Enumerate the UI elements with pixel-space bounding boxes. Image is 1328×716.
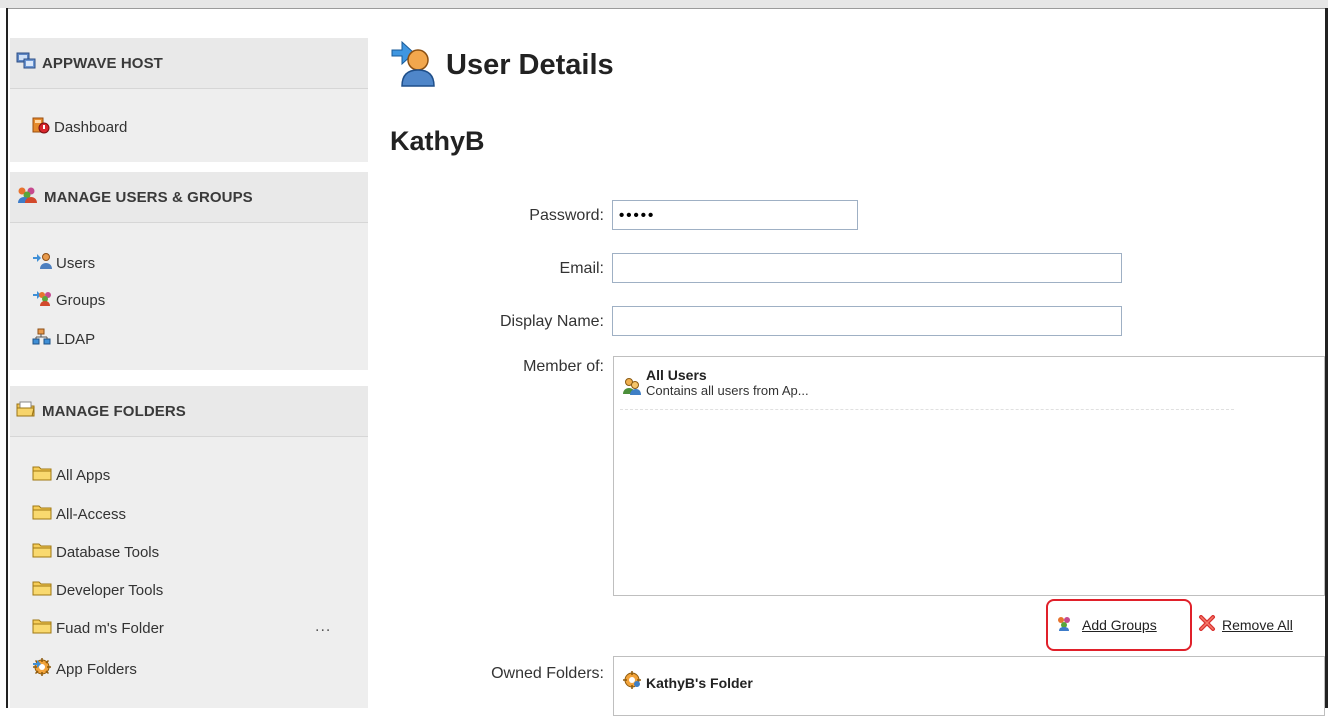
email-label: Email: (559, 260, 604, 277)
list-item[interactable]: KathyB's Folder (622, 671, 753, 694)
app-folders-icon (32, 658, 52, 680)
user-name-heading: KathyB (390, 126, 485, 156)
sidebar: APPWAVE HOST Dashboard MANAGE USERS & GR… (10, 38, 368, 708)
display-name-label: Display Name: (499, 313, 604, 330)
page-title: User Details (446, 49, 614, 81)
sidebar-section-folders-header[interactable]: MANAGE FOLDERS (10, 386, 368, 437)
owned-folders-label: Owned Folders: (491, 665, 604, 682)
sidebar-item-app-folders[interactable]: App Folders (32, 658, 137, 680)
more-folders-ellipsis[interactable]: ... (315, 618, 331, 636)
remove-icon (1198, 615, 1216, 634)
users-groups-icon (16, 186, 38, 208)
sidebar-section-host-title: APPWAVE HOST (42, 54, 163, 72)
dashboard-icon (32, 116, 50, 138)
add-groups-button[interactable]: Add Groups (1056, 615, 1157, 634)
sidebar-item-label: Database Tools (56, 543, 160, 561)
sidebar-item-ldap[interactable]: LDAP (32, 328, 95, 350)
email-field[interactable] (612, 253, 1122, 283)
list-divider (620, 409, 1234, 410)
sidebar-item-label: App Folders (56, 660, 137, 678)
add-groups-icon (1056, 615, 1072, 634)
sidebar-section-folders: MANAGE FOLDERS All Apps All-Access Datab… (10, 386, 368, 708)
sidebar-section-host-header[interactable]: APPWAVE HOST (10, 38, 368, 89)
folder-icon (32, 579, 52, 601)
sidebar-item-developer-tools[interactable]: Developer Tools (32, 579, 163, 601)
sidebar-section-users-groups-header[interactable]: MANAGE USERS & GROUPS (10, 172, 368, 223)
password-label: Password: (529, 207, 604, 224)
remove-all-label: Remove All (1222, 616, 1293, 633)
sidebar-item-users[interactable]: Users (32, 252, 95, 274)
sidebar-section-host: APPWAVE HOST Dashboard (10, 38, 368, 162)
users-icon (32, 252, 52, 274)
owned-folders-list[interactable]: KathyB's Folder (613, 656, 1325, 716)
sidebar-item-all-apps[interactable]: All Apps (32, 464, 110, 486)
sidebar-item-fuad-folder[interactable]: Fuad m's Folder (32, 617, 164, 639)
member-of-label: Member of: (523, 358, 604, 375)
list-item[interactable]: All Users Contains all users from Ap... (622, 367, 809, 400)
sidebar-item-label: All Apps (56, 466, 111, 484)
manage-folders-icon (16, 400, 36, 422)
group-icon (622, 377, 642, 400)
sidebar-item-label: All-Access (56, 505, 127, 523)
remove-all-button[interactable]: Remove All (1198, 615, 1293, 634)
groups-icon (32, 289, 52, 311)
sidebar-section-users-groups-title: MANAGE USERS & GROUPS (44, 188, 253, 206)
ldap-icon (32, 328, 52, 350)
folder-icon (32, 617, 52, 639)
folder-name: KathyB's Folder (646, 674, 753, 691)
sidebar-item-all-access[interactable]: All-Access (32, 503, 126, 525)
sidebar-item-label: Groups (56, 291, 106, 309)
sidebar-item-database-tools[interactable]: Database Tools (32, 541, 159, 563)
page-header: User Details (390, 38, 614, 93)
sidebar-item-dashboard[interactable]: Dashboard (32, 116, 127, 138)
password-field[interactable] (612, 200, 858, 230)
appwave-host-icon (16, 52, 36, 74)
display-name-field[interactable] (612, 306, 1122, 336)
user-details-icon (390, 38, 436, 93)
window-left-border (0, 8, 8, 708)
sidebar-section-users-groups: MANAGE USERS & GROUPS Users Groups LDAP (10, 172, 368, 370)
sidebar-section-folders-title: MANAGE FOLDERS (42, 402, 186, 420)
sidebar-item-label: Users (56, 254, 96, 272)
add-groups-label: Add Groups (1082, 616, 1157, 633)
sidebar-item-label: LDAP (56, 330, 96, 348)
group-description: Contains all users from Ap... (646, 383, 809, 398)
sidebar-item-label: Dashboard (54, 118, 128, 136)
folder-icon (32, 464, 52, 486)
sidebar-item-groups[interactable]: Groups (32, 289, 105, 311)
member-of-list[interactable]: All Users Contains all users from Ap... (613, 356, 1325, 596)
folder-icon (32, 541, 52, 563)
sidebar-item-label: Developer Tools (56, 581, 164, 599)
window-top-border (0, 0, 1328, 9)
folder-owner-icon (622, 671, 642, 694)
folder-icon (32, 503, 52, 525)
group-name: All Users (646, 367, 707, 383)
sidebar-item-label: Fuad m's Folder (56, 619, 164, 637)
